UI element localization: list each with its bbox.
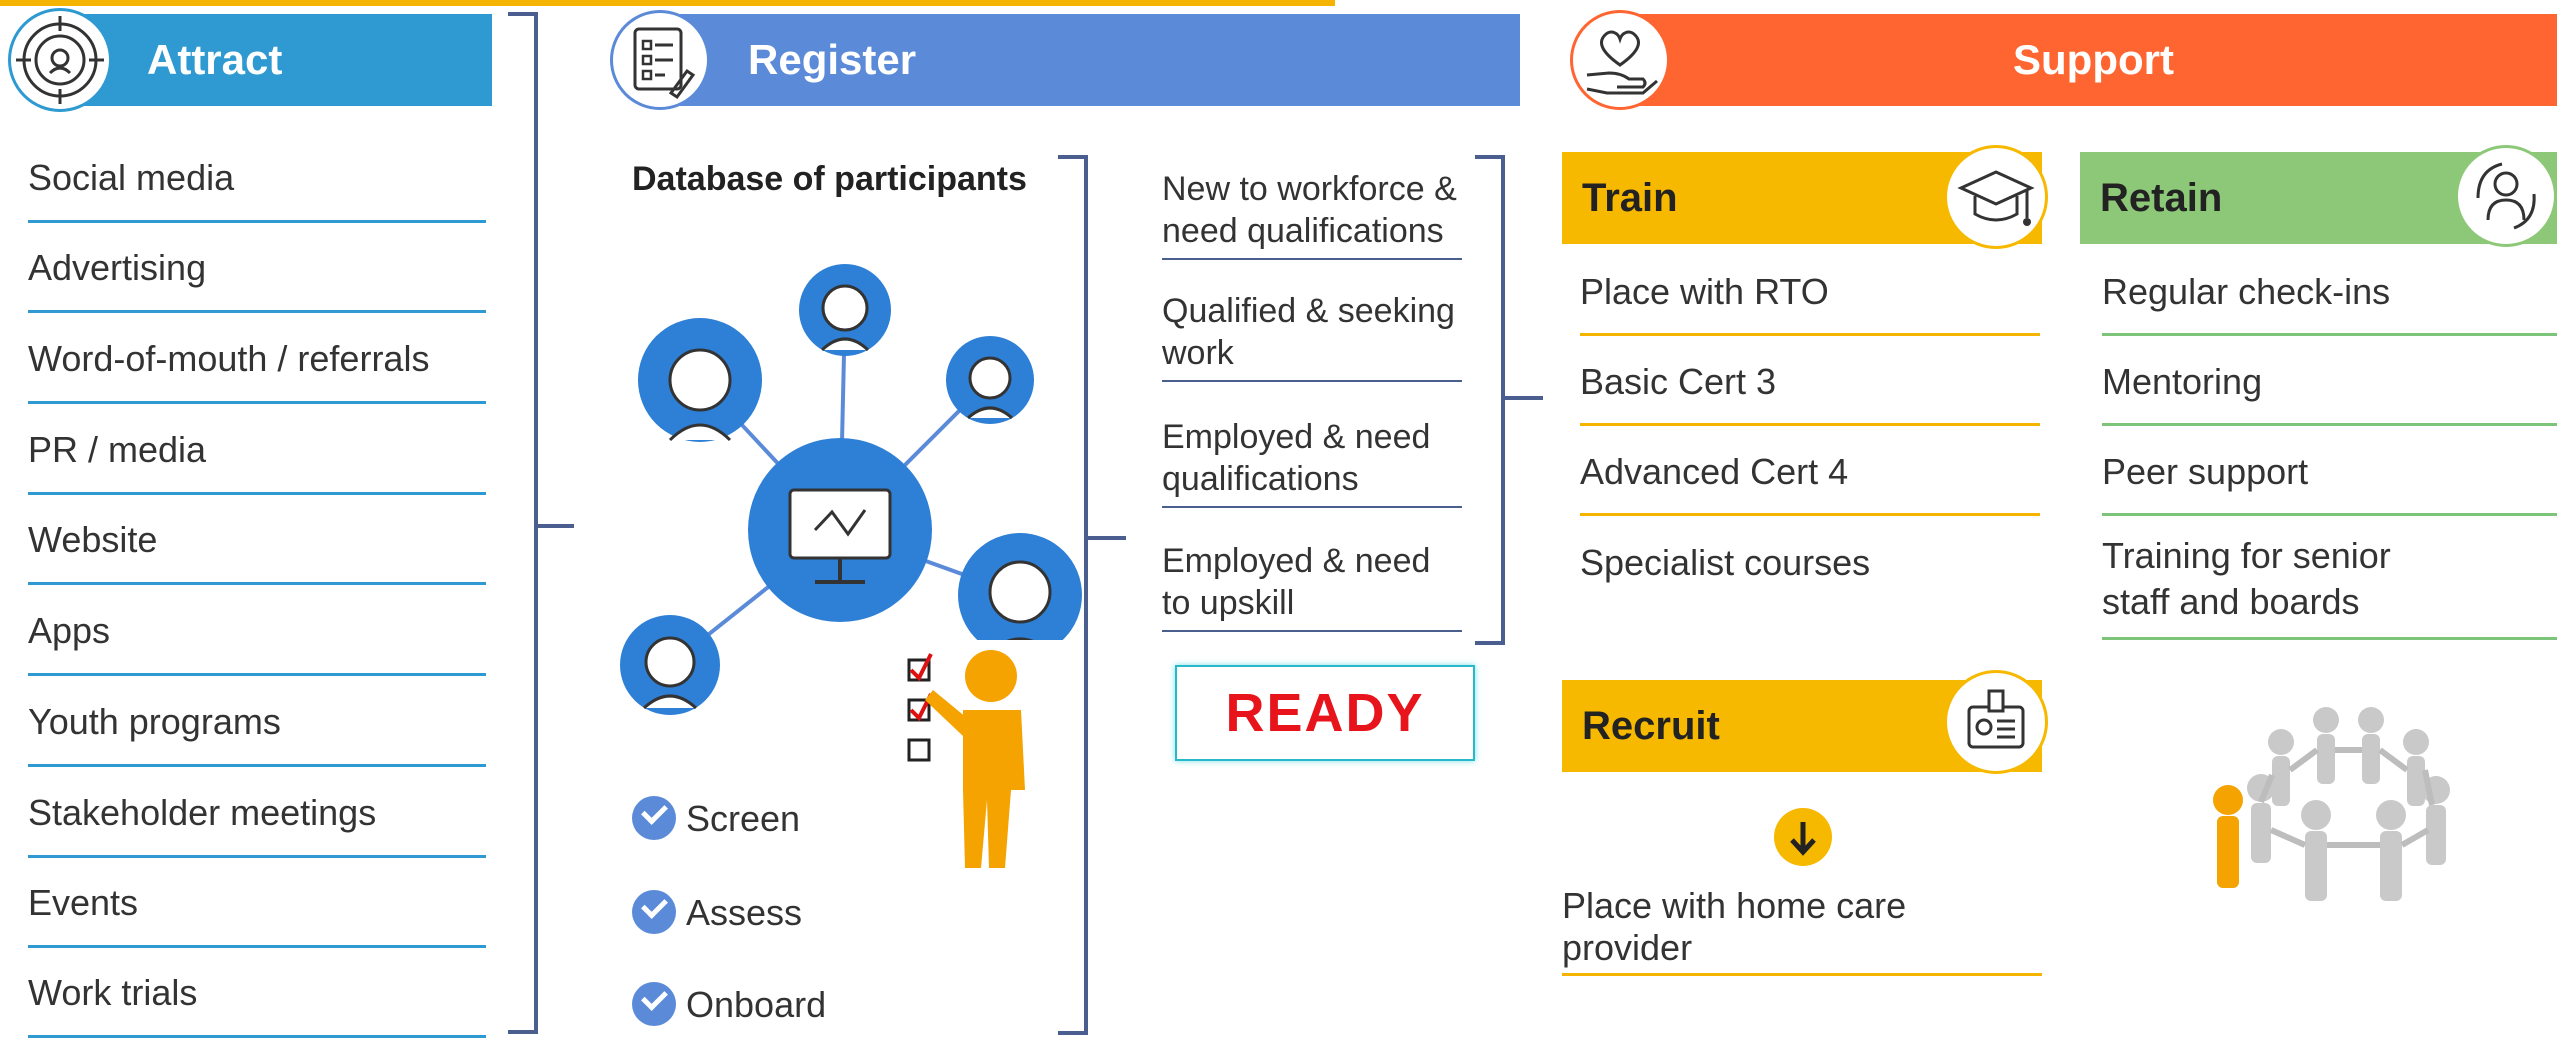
- retain-item: Regular check-ins: [2102, 250, 2557, 336]
- segment-item: Qualified & seeking work: [1162, 290, 1462, 382]
- register-connector: [1088, 536, 1126, 540]
- checklist-document-icon: [610, 10, 710, 110]
- step-onboard: Onboard: [686, 984, 827, 1025]
- support-title: Support: [2013, 36, 2174, 83]
- attract-item: Website: [28, 497, 486, 585]
- check-circle-icon: [632, 982, 676, 1026]
- arrow-down-icon: [1774, 808, 1832, 866]
- graduation-cap-icon: [1944, 145, 2048, 249]
- computer-hub-icon: [748, 438, 932, 622]
- attract-item: Social media: [28, 135, 486, 223]
- people-circle-illustration: [2166, 680, 2484, 920]
- train-item: Specialist courses: [1580, 542, 1871, 583]
- segment-item: Employed & need qualifications: [1162, 416, 1462, 508]
- segments-bracket: [1475, 155, 1505, 645]
- attract-connector: [538, 524, 574, 528]
- check-circle-icon: [632, 890, 676, 934]
- register-bracket: [1058, 155, 1088, 1035]
- retain-item: Mentoring: [2102, 340, 2557, 426]
- attract-item: Word-of-mouth / referrals: [28, 316, 486, 404]
- support-header: Support: [1630, 14, 2557, 106]
- participant-avatar: [620, 615, 720, 715]
- person-checklist-figure: [845, 640, 1075, 880]
- participant-avatar: [638, 318, 762, 442]
- ready-label: READY: [1175, 665, 1475, 761]
- attract-header: Attract: [75, 14, 492, 106]
- attract-item: PR / media: [28, 407, 486, 495]
- train-title: Train: [1582, 175, 1678, 220]
- retain-item: Training for senior staff and boards: [2102, 520, 2557, 640]
- retain-item-text: Training for senior staff and boards: [2102, 534, 2391, 622]
- participant-avatar: [946, 336, 1034, 424]
- target-icon: [8, 8, 112, 112]
- attract-item: Events: [28, 860, 486, 948]
- retain-item: Peer support: [2102, 430, 2557, 516]
- segment-item: New to workforce & need qualifications: [1162, 168, 1462, 260]
- attract-bracket: [508, 12, 538, 1034]
- segment-item: Employed & need to upskill: [1162, 540, 1462, 632]
- attract-item: Apps: [28, 588, 486, 676]
- recruit-title: Recruit: [1582, 703, 1720, 748]
- recruit-item: Place with home care provider: [1562, 880, 2042, 976]
- step-assess: Assess: [686, 892, 803, 933]
- segments-connector: [1505, 396, 1543, 400]
- attract-item: Youth programs: [28, 679, 486, 767]
- register-title: Register: [748, 36, 917, 83]
- attract-item: Stakeholder meetings: [28, 770, 486, 858]
- check-circle-icon: [632, 796, 676, 840]
- register-header: Register: [680, 14, 1520, 106]
- database-label: Database of participants: [632, 160, 1027, 198]
- heart-hand-icon: [1570, 10, 1670, 110]
- train-item: Basic Cert 3: [1580, 340, 2040, 426]
- top-accent-line: [0, 0, 1335, 6]
- train-item: Place with RTO: [1580, 250, 2040, 336]
- step-screen: Screen: [686, 798, 801, 839]
- person-cycle-icon: [2455, 145, 2557, 247]
- attract-item: Advertising: [28, 225, 486, 313]
- participant-avatar: [799, 264, 891, 356]
- attract-item: Work trials: [28, 950, 486, 1038]
- attract-title: Attract: [147, 36, 283, 83]
- train-item: Advanced Cert 4: [1580, 430, 2040, 516]
- retain-title: Retain: [2100, 175, 2223, 220]
- id-badge-icon: [1944, 670, 2048, 774]
